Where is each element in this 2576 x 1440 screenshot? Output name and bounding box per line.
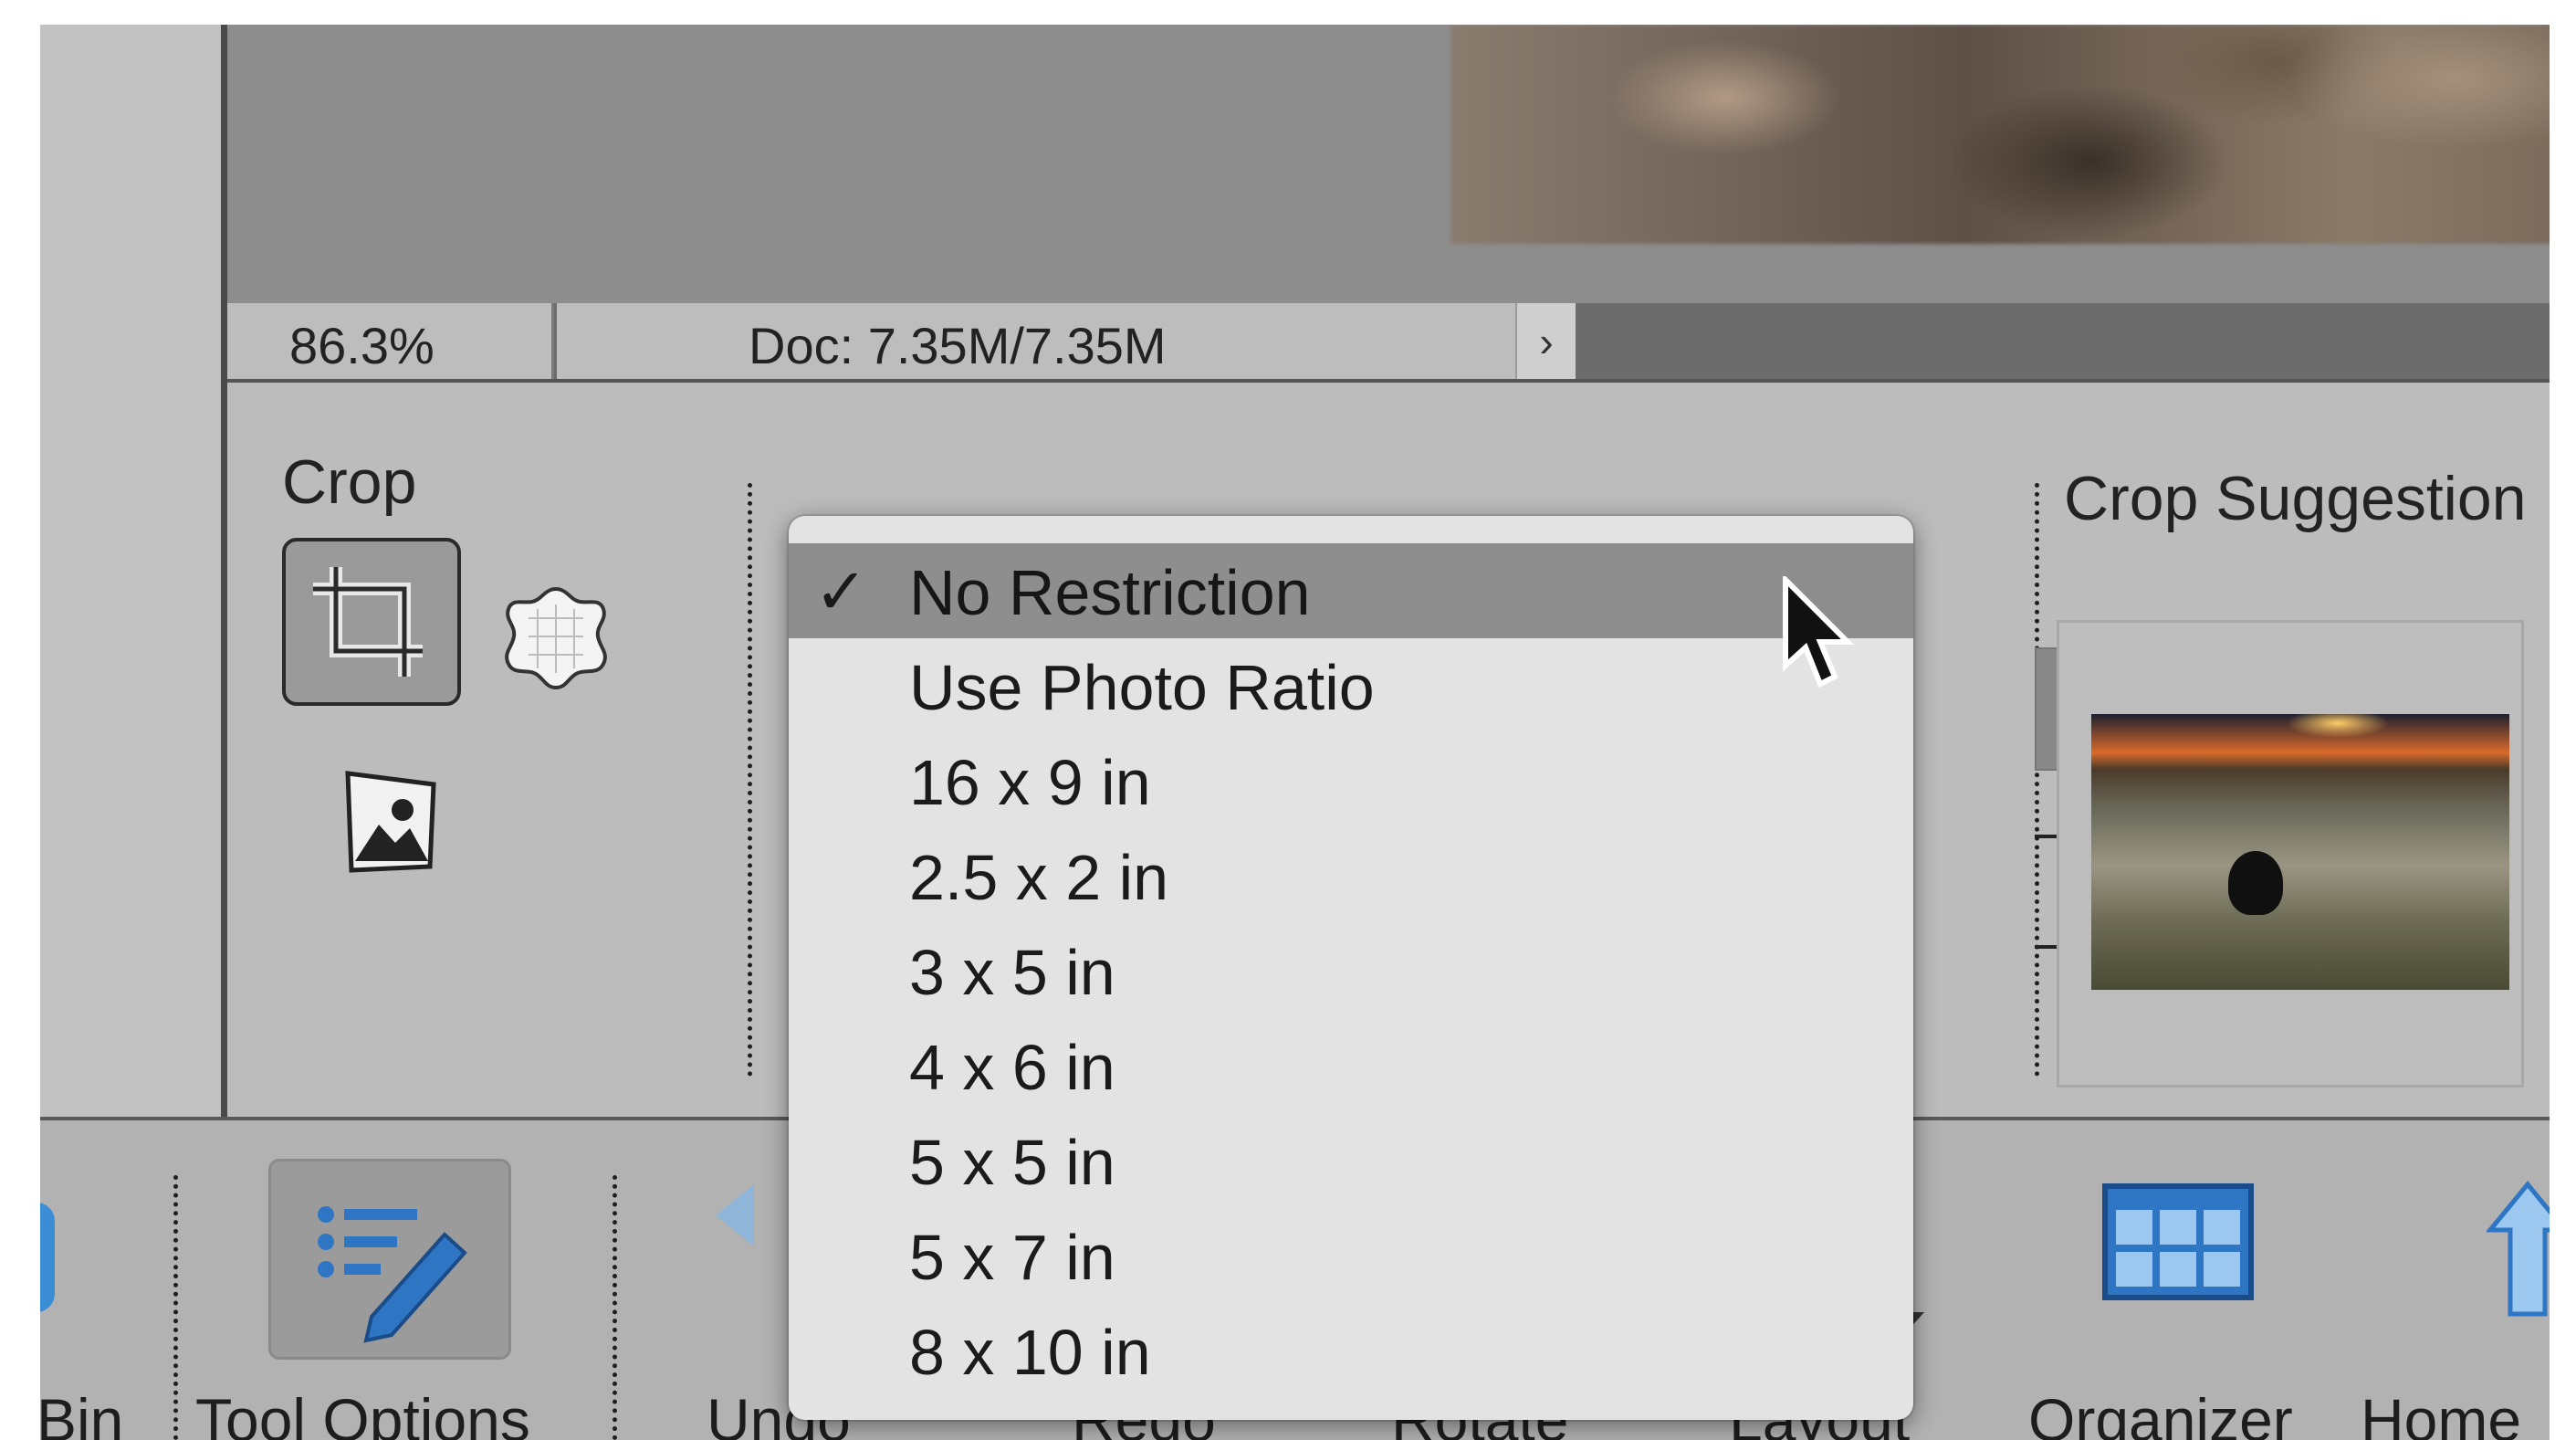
tool-options-label[interactable]: Tool Options xyxy=(195,1385,530,1440)
menu-item-label: 5 x 5 in xyxy=(909,1127,1115,1198)
menu-item-use-photo-ratio[interactable]: Use Photo Ratio xyxy=(789,638,1913,733)
menu-item-label: 16 x 9 in xyxy=(909,747,1151,818)
menu-item-5x7[interactable]: 5 x 7 in xyxy=(789,1208,1913,1303)
organizer-icon[interactable] xyxy=(2101,1182,2255,1301)
status-bar: 86.3% Doc: 7.35M/7.35M › xyxy=(227,303,2550,381)
organizer-label[interactable]: Organizer xyxy=(2028,1385,2293,1440)
checkmark-icon: ✓ xyxy=(814,554,868,629)
menu-item-5x5[interactable]: 5 x 5 in xyxy=(789,1113,1913,1208)
section-divider xyxy=(2035,483,2039,1077)
image-canvas[interactable] xyxy=(227,25,2550,303)
menu-item-no-restriction[interactable]: ✓ No Restriction xyxy=(789,543,1913,638)
menu-item-label: 5 x 7 in xyxy=(909,1222,1115,1293)
menu-item-label: 3 x 5 in xyxy=(909,937,1115,1008)
undo-icon[interactable] xyxy=(716,1184,754,1246)
home-label[interactable]: Home xyxy=(2361,1385,2521,1440)
zoom-field[interactable]: 86.3% xyxy=(227,303,554,381)
menu-item-label: 8 x 10 in xyxy=(909,1317,1151,1388)
doc-size-field: Doc: 7.35M/7.35M xyxy=(557,303,1515,381)
home-icon[interactable] xyxy=(2487,1181,2550,1318)
menu-item-label: Use Photo Ratio xyxy=(909,652,1375,723)
cookie-cutter-icon[interactable] xyxy=(501,582,611,691)
editor-window: 86.3% Doc: 7.35M/7.35M › Crop Crop Sugge… xyxy=(40,25,2550,1440)
panel-divider xyxy=(221,25,227,1120)
photo-preview[interactable] xyxy=(1450,25,2550,244)
zoom-value: 86.3% xyxy=(289,317,435,374)
menu-item-label: 2.5 x 2 in xyxy=(909,842,1169,913)
crop-suggestion-tile[interactable] xyxy=(2057,620,2524,1088)
thumbnail-subject xyxy=(2228,851,2283,915)
crop-icon xyxy=(313,567,423,677)
menu-item-4x6[interactable]: 4 x 6 in xyxy=(789,1018,1913,1113)
doc-size-text: Doc: 7.35M/7.35M xyxy=(749,317,1167,374)
section-divider xyxy=(748,483,752,1077)
crop-tool-button[interactable] xyxy=(282,538,461,706)
tool-options-icon xyxy=(318,1206,467,1343)
crop-suggestions-title: Crop Suggestion xyxy=(2064,464,2527,533)
menu-item-label: No Restriction xyxy=(909,557,1311,628)
menu-item-8x10[interactable]: 8 x 10 in xyxy=(789,1303,1913,1398)
aspect-ratio-menu: ✓ No Restriction Use Photo Ratio 16 x 9 … xyxy=(789,516,1913,1420)
menu-item-3x5[interactable]: 3 x 5 in xyxy=(789,923,1913,1018)
tool-options-button[interactable] xyxy=(268,1159,511,1360)
bin-label[interactable]: Bin xyxy=(40,1385,123,1440)
taskbar-separator xyxy=(173,1175,178,1440)
menu-item-16x9[interactable]: 16 x 9 in xyxy=(789,733,1913,828)
perspective-crop-icon[interactable] xyxy=(339,766,443,876)
status-expand-button[interactable]: › xyxy=(1515,303,1576,381)
crop-suggestion-thumbnail[interactable] xyxy=(2091,714,2509,990)
photo-bin-icon[interactable] xyxy=(40,1203,55,1312)
mouse-pointer-icon xyxy=(1783,576,1855,688)
crop-section-title: Crop xyxy=(282,447,417,517)
left-panel xyxy=(40,25,221,1120)
taskbar-separator xyxy=(613,1175,617,1440)
menu-item-2-5x2[interactable]: 2.5 x 2 in xyxy=(789,828,1913,923)
chevron-right-icon: › xyxy=(1539,318,1554,365)
menu-item-label: 4 x 6 in xyxy=(909,1032,1115,1103)
